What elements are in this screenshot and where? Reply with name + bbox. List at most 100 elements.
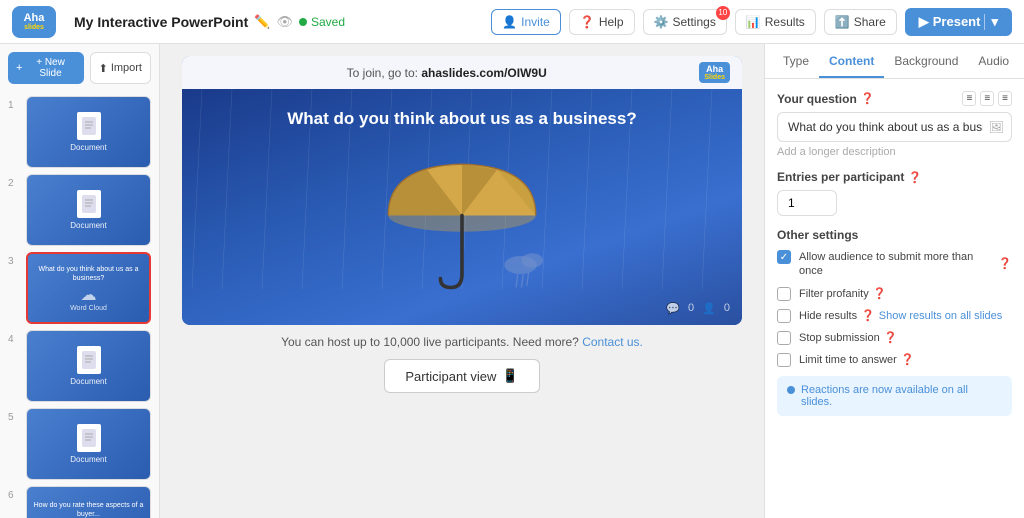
tab-content[interactable]: Content <box>819 44 884 78</box>
help-button[interactable]: ❓ Help <box>569 9 635 35</box>
tab-type[interactable]: Type <box>773 44 819 78</box>
checkbox-allow-resubmit[interactable]: ✓ <box>777 250 791 264</box>
question-input[interactable] <box>777 112 1012 142</box>
slides-list: 1 Document 2 <box>0 92 159 518</box>
panel-tabs: Type Content Background Audio <box>765 44 1024 79</box>
new-slide-button[interactable]: + + New Slide <box>8 52 84 84</box>
help-icon[interactable]: ❓ <box>901 353 915 367</box>
saved-badge: Saved <box>299 15 345 29</box>
saved-dot <box>299 18 307 26</box>
present-caret[interactable]: ▾ <box>984 14 998 30</box>
topbar: Aha slides My Interactive PowerPoint ✏️ … <box>0 0 1024 44</box>
list-item[interactable]: 6 How do you rate these aspects of a buy… <box>8 486 151 518</box>
mobile-icon: 📱 <box>502 368 518 384</box>
logo: Aha slides <box>12 6 56 38</box>
align-center-icon[interactable]: ≡ <box>980 91 994 106</box>
reactions-banner: Reactions are now available on all slide… <box>777 376 1012 416</box>
align-right-icon[interactable]: ≡ <box>998 91 1012 106</box>
your-question-label: Your question ❓ ≡ ≡ ≡ <box>777 91 1012 106</box>
info-dot <box>787 386 795 394</box>
topbar-actions: 👤 Invite ❓ Help ⚙️ Settings 10 📊 Results… <box>491 8 1012 36</box>
present-button[interactable]: ▶ Present ▾ <box>905 8 1012 36</box>
edit-icon[interactable]: ✏️ <box>254 14 270 30</box>
list-item[interactable]: 1 Document <box>8 96 151 168</box>
play-icon: ▶ <box>919 14 929 30</box>
upload-icon: ⬆ <box>99 62 108 75</box>
slide-join-bar: To join, go to: ahaslides.com/OIW9U Aha … <box>182 56 742 89</box>
help-icon[interactable]: ❓ <box>884 331 898 345</box>
participant-count: 0 <box>688 302 694 315</box>
show-results-link[interactable]: Show results on all slides <box>879 309 1003 323</box>
list-item[interactable]: 4 Document <box>8 330 151 402</box>
list-item[interactable]: 2 Document <box>8 174 151 246</box>
checkbox-stop-submission[interactable] <box>777 331 791 345</box>
person-plus-icon: 👤 <box>502 15 517 29</box>
help-icon[interactable]: ❓ <box>998 257 1012 271</box>
invite-button[interactable]: 👤 Invite <box>491 9 561 35</box>
eye-icon[interactable]: 👁 <box>276 14 293 30</box>
entries-label: Entries per participant ❓ <box>777 170 1012 184</box>
list-item[interactable]: 3 What do you think about us as a busine… <box>8 252 151 324</box>
share-icon: ⬆️ <box>835 15 850 29</box>
main-layout: + + New Slide ⬆ Import 1 Document <box>0 44 1024 518</box>
document-icon <box>77 112 101 140</box>
import-button[interactable]: ⬆ Import <box>90 52 151 84</box>
join-url-text: To join, go to: ahaslides.com/OIW9U <box>194 65 699 80</box>
panel-body: Your question ❓ ≡ ≡ ≡ 🖼 Add a longer des… <box>765 79 1024 518</box>
umbrella-svg <box>372 145 552 295</box>
help-icon[interactable]: ❓ <box>873 287 887 301</box>
other-settings-title: Other settings <box>777 228 1012 242</box>
entries-section: Entries per participant ❓ <box>777 170 1012 216</box>
participant-icon: 💬 <box>666 302 680 315</box>
tab-audio[interactable]: Audio <box>968 44 1019 78</box>
setting-row-filter-profanity: Filter profanity ❓ <box>777 287 1012 301</box>
logo-slides: slides <box>24 24 44 31</box>
slide-body: What do you think about us as a business… <box>182 89 742 325</box>
sidebar: + + New Slide ⬆ Import 1 Document <box>0 44 160 518</box>
cloud-icon: ☁ <box>81 285 97 305</box>
setting-row-hide-results: Hide results ❓ Show results on all slide… <box>777 309 1012 323</box>
results-button[interactable]: 📊 Results <box>735 9 816 35</box>
slide-footer-stats: 💬 0 👤 0 <box>666 302 730 315</box>
title-area: My Interactive PowerPoint ✏️ 👁 Saved <box>74 14 481 30</box>
participant-view-button[interactable]: Participant view 📱 <box>384 359 539 393</box>
setting-row-allow-resubmit: ✓ Allow audience to submit more than onc… <box>777 250 1012 279</box>
document-icon <box>77 346 101 374</box>
document-icon <box>77 424 101 452</box>
aha-slides-logo-small: Aha Slides <box>699 62 730 83</box>
viewer-count: 0 <box>724 302 730 315</box>
checkbox-hide-results[interactable] <box>777 309 791 323</box>
umbrella-illustration <box>372 145 552 295</box>
logo-aha: Aha <box>24 13 45 24</box>
contact-link[interactable]: Contact us. <box>582 335 643 349</box>
slide-center: To join, go to: ahaslides.com/OIW9U Aha … <box>160 44 764 518</box>
add-description-link[interactable]: Add a longer description <box>777 146 1012 158</box>
checkbox-limit-time[interactable] <box>777 353 791 367</box>
slide-question: What do you think about us as a business… <box>287 109 636 129</box>
checkbox-filter-profanity[interactable] <box>777 287 791 301</box>
right-panel: Type Content Background Audio Your quest… <box>764 44 1024 518</box>
chart-icon: 📊 <box>746 15 761 29</box>
list-item[interactable]: 5 Document <box>8 408 151 480</box>
align-left-icon[interactable]: ≡ <box>962 91 976 106</box>
saved-label: Saved <box>311 15 345 29</box>
slide-preview: To join, go to: ahaslides.com/OIW9U Aha … <box>182 56 742 325</box>
participants-text: You can host up to 10,000 live participa… <box>281 335 643 349</box>
entries-input[interactable] <box>777 190 837 216</box>
help-icon[interactable]: ❓ <box>861 309 875 323</box>
logo-box: Aha slides <box>12 6 56 38</box>
help-icon[interactable]: ❓ <box>908 171 922 184</box>
sidebar-actions: + + New Slide ⬆ Import <box>0 44 159 92</box>
setting-row-stop-submission: Stop submission ❓ <box>777 331 1012 345</box>
viewer-icon: 👤 <box>702 302 716 315</box>
help-icon: ❓ <box>580 15 595 29</box>
help-icon[interactable]: ❓ <box>861 92 875 105</box>
plus-icon: + <box>16 62 22 74</box>
document-title: My Interactive PowerPoint <box>74 14 248 30</box>
image-icon[interactable]: 🖼 <box>989 120 1004 134</box>
other-settings: Other settings ✓ Allow audience to submi… <box>777 228 1012 416</box>
settings-badge-count: 10 <box>716 6 730 20</box>
share-button[interactable]: ⬆️ Share <box>824 9 897 35</box>
tab-background[interactable]: Background <box>884 44 968 78</box>
settings-button[interactable]: ⚙️ Settings 10 <box>643 9 727 35</box>
